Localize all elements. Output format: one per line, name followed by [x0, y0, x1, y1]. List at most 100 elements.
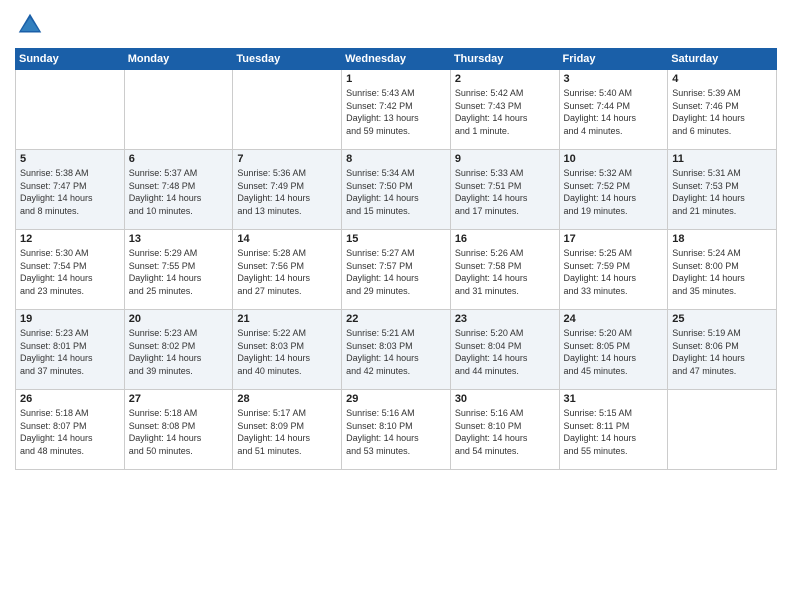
day-info: Sunrise: 5:20 AM Sunset: 8:05 PM Dayligh… — [564, 327, 664, 377]
day-cell: 22 Sunrise: 5:21 AM Sunset: 8:03 PM Dayli… — [342, 310, 451, 390]
day-number: 24 — [564, 313, 664, 325]
day-info: Sunrise: 5:38 AM Sunset: 7:47 PM Dayligh… — [20, 167, 120, 217]
day-info: Sunrise: 5:43 AM Sunset: 7:42 PM Dayligh… — [346, 87, 446, 137]
day-info: Sunrise: 5:18 AM Sunset: 8:07 PM Dayligh… — [20, 407, 120, 457]
day-info: Sunrise: 5:39 AM Sunset: 7:46 PM Dayligh… — [672, 87, 772, 137]
day-number: 10 — [564, 153, 664, 165]
day-number: 4 — [672, 73, 772, 85]
day-cell: 27 Sunrise: 5:18 AM Sunset: 8:08 PM Dayli… — [124, 390, 233, 470]
day-number: 26 — [20, 393, 120, 405]
day-cell — [668, 390, 777, 470]
header-row: SundayMondayTuesdayWednesdayThursdayFrid… — [16, 49, 777, 70]
week-row-2: 5 Sunrise: 5:38 AM Sunset: 7:47 PM Daylig… — [16, 150, 777, 230]
day-number: 1 — [346, 73, 446, 85]
day-number: 5 — [20, 153, 120, 165]
header-cell-wednesday: Wednesday — [342, 49, 451, 70]
day-cell — [16, 70, 125, 150]
day-cell: 31Sunrise: 5:15 AM Sunset: 8:11 PM Dayli… — [559, 390, 668, 470]
page: SundayMondayTuesdayWednesdayThursdayFrid… — [0, 0, 792, 612]
day-number: 14 — [237, 233, 337, 245]
day-cell: 10 Sunrise: 5:32 AM Sunset: 7:52 PM Dayli… — [559, 150, 668, 230]
day-info: Sunrise: 5:32 AM Sunset: 7:52 PM Dayligh… — [564, 167, 664, 217]
logo — [15, 10, 49, 40]
day-number: 19 — [20, 313, 120, 325]
day-number: 6 — [129, 153, 229, 165]
day-info: Sunrise: 5:36 AM Sunset: 7:49 PM Dayligh… — [237, 167, 337, 217]
day-cell: 21 Sunrise: 5:22 AM Sunset: 8:03 PM Dayli… — [233, 310, 342, 390]
day-number: 17 — [564, 233, 664, 245]
day-number: 20 — [129, 313, 229, 325]
day-number: 12 — [20, 233, 120, 245]
day-info: Sunrise: 5:25 AM Sunset: 7:59 PM Dayligh… — [564, 247, 664, 297]
day-number: 30 — [455, 393, 555, 405]
day-info: Sunrise: 5:31 AM Sunset: 7:53 PM Dayligh… — [672, 167, 772, 217]
day-cell: 20 Sunrise: 5:23 AM Sunset: 8:02 PM Dayli… — [124, 310, 233, 390]
week-row-4: 19 Sunrise: 5:23 AM Sunset: 8:01 PM Dayli… — [16, 310, 777, 390]
day-number: 3 — [564, 73, 664, 85]
day-info: Sunrise: 5:24 AM Sunset: 8:00 PM Dayligh… — [672, 247, 772, 297]
day-info: Sunrise: 5:16 AM Sunset: 8:10 PM Dayligh… — [346, 407, 446, 457]
day-cell: 23Sunrise: 5:20 AM Sunset: 8:04 PM Dayli… — [450, 310, 559, 390]
day-number: 25 — [672, 313, 772, 325]
header-cell-friday: Friday — [559, 49, 668, 70]
day-info: Sunrise: 5:28 AM Sunset: 7:56 PM Dayligh… — [237, 247, 337, 297]
day-info: Sunrise: 5:21 AM Sunset: 8:03 PM Dayligh… — [346, 327, 446, 377]
day-number: 27 — [129, 393, 229, 405]
day-info: Sunrise: 5:37 AM Sunset: 7:48 PM Dayligh… — [129, 167, 229, 217]
day-cell: 28Sunrise: 5:17 AM Sunset: 8:09 PM Dayli… — [233, 390, 342, 470]
header-cell-saturday: Saturday — [668, 49, 777, 70]
day-number: 28 — [237, 393, 337, 405]
day-number: 29 — [346, 393, 446, 405]
day-cell: 2Sunrise: 5:42 AM Sunset: 7:43 PM Daylig… — [450, 70, 559, 150]
day-info: Sunrise: 5:34 AM Sunset: 7:50 PM Dayligh… — [346, 167, 446, 217]
day-info: Sunrise: 5:18 AM Sunset: 8:08 PM Dayligh… — [129, 407, 229, 457]
week-row-3: 12Sunrise: 5:30 AM Sunset: 7:54 PM Dayli… — [16, 230, 777, 310]
header-cell-tuesday: Tuesday — [233, 49, 342, 70]
day-cell: 17 Sunrise: 5:25 AM Sunset: 7:59 PM Dayli… — [559, 230, 668, 310]
day-cell: 7 Sunrise: 5:36 AM Sunset: 7:49 PM Daylig… — [233, 150, 342, 230]
day-number: 22 — [346, 313, 446, 325]
day-number: 15 — [346, 233, 446, 245]
logo-icon — [15, 10, 45, 40]
day-info: Sunrise: 5:23 AM Sunset: 8:01 PM Dayligh… — [20, 327, 120, 377]
day-info: Sunrise: 5:27 AM Sunset: 7:57 PM Dayligh… — [346, 247, 446, 297]
day-cell: 18Sunrise: 5:24 AM Sunset: 8:00 PM Dayli… — [668, 230, 777, 310]
day-number: 7 — [237, 153, 337, 165]
day-cell: 12Sunrise: 5:30 AM Sunset: 7:54 PM Dayli… — [16, 230, 125, 310]
day-cell: 3 Sunrise: 5:40 AM Sunset: 7:44 PM Daylig… — [559, 70, 668, 150]
day-cell: 4 Sunrise: 5:39 AM Sunset: 7:46 PM Daylig… — [668, 70, 777, 150]
day-cell — [124, 70, 233, 150]
week-row-1: 1 Sunrise: 5:43 AM Sunset: 7:42 PM Daylig… — [16, 70, 777, 150]
day-cell: 24 Sunrise: 5:20 AM Sunset: 8:05 PM Dayli… — [559, 310, 668, 390]
day-cell: 16Sunrise: 5:26 AM Sunset: 7:58 PM Dayli… — [450, 230, 559, 310]
day-cell: 6 Sunrise: 5:37 AM Sunset: 7:48 PM Daylig… — [124, 150, 233, 230]
day-info: Sunrise: 5:26 AM Sunset: 7:58 PM Dayligh… — [455, 247, 555, 297]
day-cell: 13Sunrise: 5:29 AM Sunset: 7:55 PM Dayli… — [124, 230, 233, 310]
day-cell: 19 Sunrise: 5:23 AM Sunset: 8:01 PM Dayli… — [16, 310, 125, 390]
day-info: Sunrise: 5:19 AM Sunset: 8:06 PM Dayligh… — [672, 327, 772, 377]
day-number: 9 — [455, 153, 555, 165]
day-info: Sunrise: 5:40 AM Sunset: 7:44 PM Dayligh… — [564, 87, 664, 137]
day-cell: 25 Sunrise: 5:19 AM Sunset: 8:06 PM Dayli… — [668, 310, 777, 390]
day-info: Sunrise: 5:23 AM Sunset: 8:02 PM Dayligh… — [129, 327, 229, 377]
day-cell: 8 Sunrise: 5:34 AM Sunset: 7:50 PM Daylig… — [342, 150, 451, 230]
day-info: Sunrise: 5:22 AM Sunset: 8:03 PM Dayligh… — [237, 327, 337, 377]
header-cell-sunday: Sunday — [16, 49, 125, 70]
header-cell-thursday: Thursday — [450, 49, 559, 70]
day-info: Sunrise: 5:29 AM Sunset: 7:55 PM Dayligh… — [129, 247, 229, 297]
day-info: Sunrise: 5:20 AM Sunset: 8:04 PM Dayligh… — [455, 327, 555, 377]
day-cell: 1 Sunrise: 5:43 AM Sunset: 7:42 PM Daylig… — [342, 70, 451, 150]
day-info: Sunrise: 5:16 AM Sunset: 8:10 PM Dayligh… — [455, 407, 555, 457]
day-cell: 11 Sunrise: 5:31 AM Sunset: 7:53 PM Dayli… — [668, 150, 777, 230]
day-number: 2 — [455, 73, 555, 85]
day-cell — [233, 70, 342, 150]
day-cell: 29 Sunrise: 5:16 AM Sunset: 8:10 PM Dayli… — [342, 390, 451, 470]
day-cell: 26 Sunrise: 5:18 AM Sunset: 8:07 PM Dayli… — [16, 390, 125, 470]
day-number: 8 — [346, 153, 446, 165]
day-number: 21 — [237, 313, 337, 325]
day-number: 11 — [672, 153, 772, 165]
day-cell: 9Sunrise: 5:33 AM Sunset: 7:51 PM Daylig… — [450, 150, 559, 230]
header-cell-monday: Monday — [124, 49, 233, 70]
day-cell: 30 Sunrise: 5:16 AM Sunset: 8:10 PM Dayli… — [450, 390, 559, 470]
header — [15, 10, 777, 40]
